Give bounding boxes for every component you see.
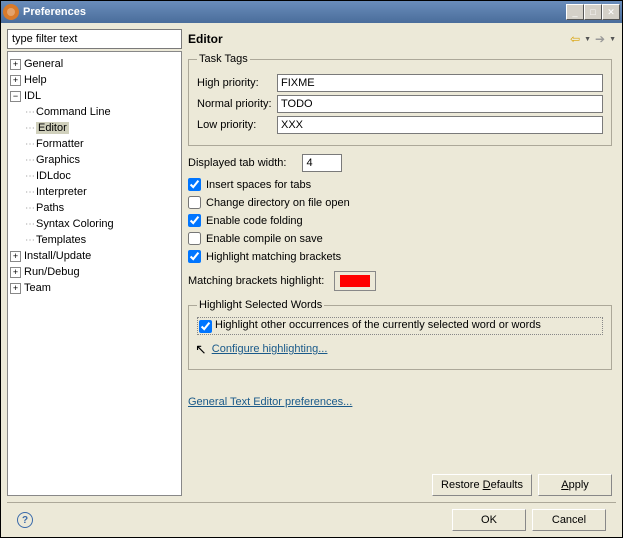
- cursor-icon: ↖: [195, 341, 207, 357]
- preferences-window: Preferences _ □ ✕ +General +Help −IDL ⋯C…: [0, 0, 623, 538]
- tree-item-templates[interactable]: ⋯Templates: [25, 232, 179, 248]
- nav-forward-button[interactable]: ➔: [591, 31, 609, 47]
- tree-item-run-debug[interactable]: +Run/Debug: [10, 264, 179, 280]
- code-folding-checkbox[interactable]: [188, 214, 201, 227]
- dropdown-icon[interactable]: ▼: [609, 36, 616, 43]
- tree-branch-icon: ⋯: [25, 203, 34, 214]
- normal-priority-input[interactable]: [277, 95, 603, 113]
- close-button[interactable]: ✕: [602, 4, 620, 20]
- tree-branch-icon: ⋯: [25, 219, 34, 230]
- tree-branch-icon: ⋯: [25, 171, 34, 182]
- low-priority-label: Low priority:: [197, 119, 277, 131]
- tree-item-idl[interactable]: −IDL: [10, 88, 179, 104]
- left-panel: +General +Help −IDL ⋯Command Line ⋯Edito…: [7, 29, 182, 496]
- high-priority-input[interactable]: [277, 74, 603, 92]
- window-title: Preferences: [23, 6, 566, 18]
- tree-branch-icon: ⋯: [25, 187, 34, 198]
- collapse-icon[interactable]: −: [10, 91, 21, 102]
- expand-icon[interactable]: +: [10, 251, 21, 262]
- tree-branch-icon: ⋯: [25, 139, 34, 150]
- restore-defaults-button[interactable]: Restore Defaults: [432, 474, 532, 496]
- color-swatch: [340, 275, 370, 287]
- hsw-checkbox[interactable]: [199, 320, 212, 333]
- code-folding-label: Enable code folding: [206, 215, 303, 227]
- tree-branch-icon: ⋯: [25, 123, 34, 134]
- low-priority-input[interactable]: [277, 116, 603, 134]
- insert-spaces-checkbox[interactable]: [188, 178, 201, 191]
- tree-item-interpreter[interactable]: ⋯Interpreter: [25, 184, 179, 200]
- high-priority-label: High priority:: [197, 77, 277, 89]
- tree-item-syntax-coloring[interactable]: ⋯Syntax Coloring: [25, 216, 179, 232]
- tree-item-general[interactable]: +General: [10, 56, 179, 72]
- compile-save-checkbox[interactable]: [188, 232, 201, 245]
- tab-width-label: Displayed tab width:: [188, 157, 286, 169]
- highlight-brackets-checkbox[interactable]: [188, 250, 201, 263]
- maximize-button[interactable]: □: [584, 4, 602, 20]
- tree-item-idldoc[interactable]: ⋯IDLdoc: [25, 168, 179, 184]
- tree-item-paths[interactable]: ⋯Paths: [25, 200, 179, 216]
- right-panel: Editor ⇦ ▼ ➔ ▼ Task Tags High priority: …: [188, 29, 616, 496]
- matching-color-label: Matching brackets highlight:: [188, 275, 324, 287]
- nav-back-button[interactable]: ⇦: [566, 31, 584, 47]
- dropdown-icon[interactable]: ▼: [584, 36, 591, 43]
- minimize-button[interactable]: _: [566, 4, 584, 20]
- tree-branch-icon: ⋯: [25, 235, 34, 246]
- tree-item-graphics[interactable]: ⋯Graphics: [25, 152, 179, 168]
- preferences-tree[interactable]: +General +Help −IDL ⋯Command Line ⋯Edito…: [7, 51, 182, 496]
- task-tags-group: Task Tags High priority: Normal priority…: [188, 53, 612, 146]
- matching-color-button[interactable]: [334, 271, 376, 291]
- tree-item-command-line[interactable]: ⋯Command Line: [25, 104, 179, 120]
- tree-branch-icon: ⋯: [25, 155, 34, 166]
- page-title: Editor: [188, 32, 566, 46]
- cancel-button[interactable]: Cancel: [532, 509, 606, 531]
- tree-item-install-update[interactable]: +Install/Update: [10, 248, 179, 264]
- filter-input[interactable]: [7, 29, 182, 49]
- expand-icon[interactable]: +: [10, 59, 21, 70]
- tab-width-input[interactable]: [302, 154, 342, 172]
- tree-item-help[interactable]: +Help: [10, 72, 179, 88]
- configure-highlighting-link[interactable]: Configure highlighting...: [212, 343, 328, 355]
- apply-button[interactable]: Apply: [538, 474, 612, 496]
- task-tags-legend: Task Tags: [197, 53, 250, 65]
- normal-priority-label: Normal priority:: [197, 98, 277, 110]
- hsw-legend: Highlight Selected Words: [197, 299, 324, 311]
- insert-spaces-label: Insert spaces for tabs: [206, 179, 311, 191]
- highlight-brackets-label: Highlight matching brackets: [206, 251, 341, 263]
- ok-button[interactable]: OK: [452, 509, 526, 531]
- tree-branch-icon: ⋯: [25, 107, 34, 118]
- app-icon: [3, 4, 19, 20]
- highlight-selected-words-group: Highlight Selected Words Highlight other…: [188, 299, 612, 370]
- change-dir-checkbox[interactable]: [188, 196, 201, 209]
- titlebar: Preferences _ □ ✕: [1, 1, 622, 23]
- expand-icon[interactable]: +: [10, 75, 21, 86]
- expand-icon[interactable]: +: [10, 283, 21, 294]
- help-icon[interactable]: ?: [17, 512, 33, 528]
- bottom-bar: ? OK Cancel: [7, 502, 616, 537]
- change-dir-label: Change directory on file open: [206, 197, 350, 209]
- tree-item-team[interactable]: +Team: [10, 280, 179, 296]
- general-text-editor-link[interactable]: General Text Editor preferences...: [188, 396, 352, 408]
- hsw-label: Highlight other occurrences of the curre…: [215, 319, 541, 331]
- tree-item-formatter[interactable]: ⋯Formatter: [25, 136, 179, 152]
- compile-save-label: Enable compile on save: [206, 233, 323, 245]
- tree-item-editor[interactable]: ⋯Editor: [25, 120, 179, 136]
- expand-icon[interactable]: +: [10, 267, 21, 278]
